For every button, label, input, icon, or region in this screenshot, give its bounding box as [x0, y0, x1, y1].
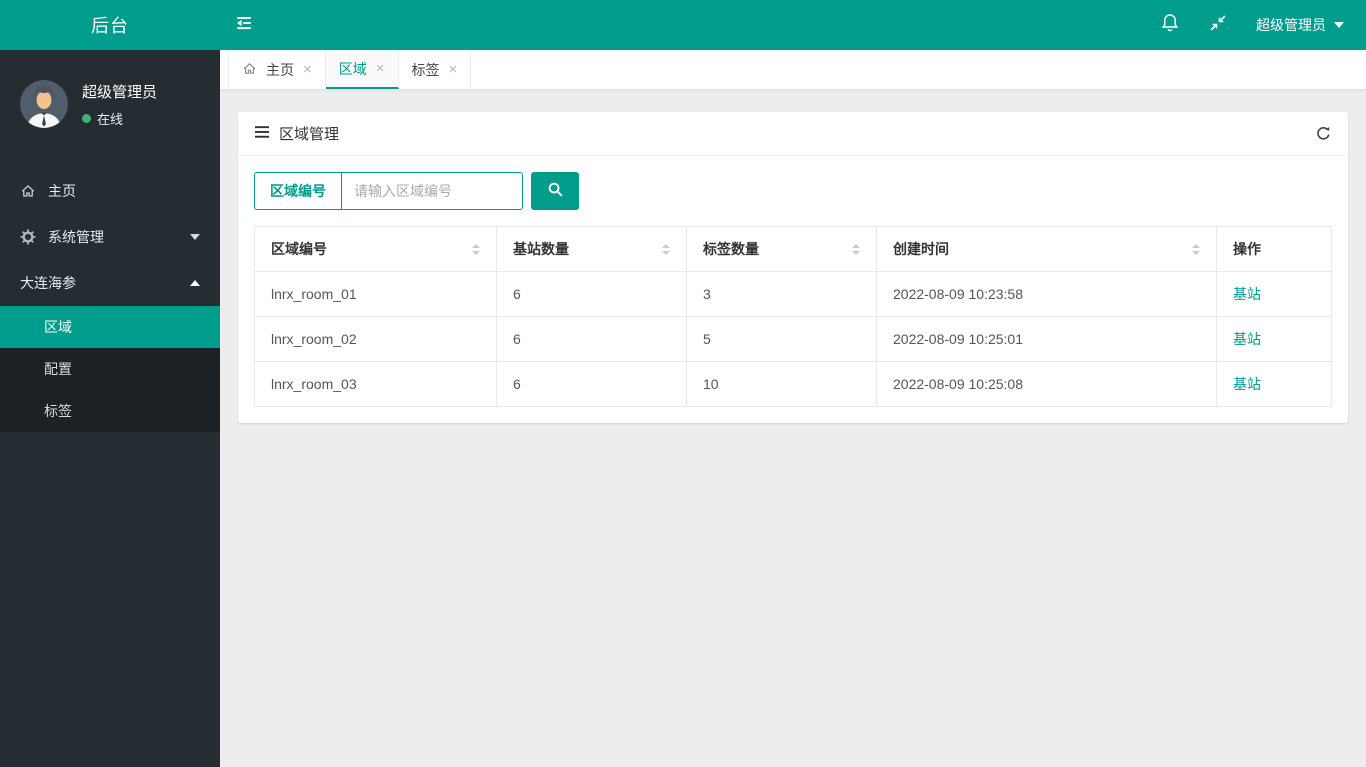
column-header-created[interactable]: 创建时间 [876, 226, 1217, 272]
area-management-panel: 区域管理 区域编号 请输入区域编号 区域编号 基站数量 标签数量 创建时间 操作… [238, 112, 1348, 423]
user-info: 超级管理员 在线 [82, 81, 157, 128]
sidebar-item-area[interactable]: 区域 [0, 306, 220, 348]
sidebar-menu: 主页 系统管理 大连海参 区域 配置 标签 [0, 168, 220, 432]
cell-created: 2022-08-09 10:25:01 [876, 316, 1217, 362]
search-field-label: 区域编号 [254, 172, 341, 210]
user-status: 在线 [82, 109, 157, 128]
tab-bar: 主页 × 区域 × 标签 × [220, 50, 1366, 90]
sidebar: 超级管理员 在线 主页 系统管理 大连海参 区域 配置 标签 [0, 50, 220, 767]
panel-header: 区域管理 [238, 112, 1348, 156]
tab-label: 区域 [338, 60, 367, 77]
column-header-stations[interactable]: 基站数量 [496, 226, 687, 272]
tab-area[interactable]: 区域 × [325, 50, 399, 89]
panel-title: 区域管理 [279, 126, 340, 143]
sidebar-item-label: 标签 [44, 403, 72, 419]
column-label: 操作 [1233, 241, 1261, 257]
cell-area-id: lnrx_room_01 [254, 271, 497, 317]
chevron-down-icon [190, 234, 200, 240]
content-area: 区域管理 区域编号 请输入区域编号 区域编号 基站数量 标签数量 创建时间 操作… [220, 90, 1366, 445]
search-bar: 区域编号 [254, 172, 1332, 210]
table-header-row: 区域编号 基站数量 标签数量 创建时间 操作 [254, 226, 1332, 272]
main-area: 主页 × 区域 × 标签 × 区域管理 区域编号 请输入区域编号 区域编号 基站… [220, 50, 1366, 767]
search-icon [547, 181, 564, 201]
cell-tags: 5 [686, 316, 877, 362]
sort-icon[interactable] [852, 243, 860, 255]
cell-created: 2022-08-09 10:25:08 [876, 361, 1217, 407]
sidebar-item-label: 区域 [44, 319, 72, 335]
user-menu[interactable]: 超级管理员 [1256, 15, 1344, 35]
close-icon[interactable]: × [449, 62, 458, 77]
tab-label: 标签 [411, 61, 440, 78]
column-label: 标签数量 [703, 241, 759, 257]
sidebar-item-label: 主页 [48, 183, 76, 199]
column-header-actions: 操作 [1216, 226, 1332, 272]
menu-fold-icon [234, 13, 254, 38]
search-button[interactable] [531, 172, 579, 210]
cell-stations: 6 [496, 271, 687, 317]
column-header-tags[interactable]: 标签数量 [686, 226, 877, 272]
gear-icon [20, 229, 38, 245]
app-logo[interactable]: 后台 [0, 0, 220, 50]
user-status-label: 在线 [97, 111, 124, 127]
home-icon [20, 183, 38, 199]
refresh-button[interactable] [1315, 125, 1332, 142]
cell-tags: 10 [686, 361, 877, 407]
tab-label: 主页 [266, 61, 294, 78]
cell-area-id: lnrx_room_03 [254, 361, 497, 407]
sidebar-item-label: 大连海参 [20, 275, 76, 291]
column-label: 基站数量 [513, 241, 569, 257]
sort-icon[interactable] [662, 243, 670, 255]
panel-body: 区域编号 区域编号 [238, 156, 1348, 423]
sidebar-item-config[interactable]: 配置 [0, 348, 220, 390]
sort-icon[interactable] [1192, 243, 1200, 255]
cell-created: 2022-08-09 10:23:58 [876, 271, 1217, 317]
cell-stations: 6 [496, 316, 687, 362]
sidebar-item-dalian-haishen[interactable]: 大连海参 [0, 260, 220, 306]
cell-stations: 6 [496, 361, 687, 407]
column-label: 区域编号 [271, 241, 327, 257]
caret-down-icon [1334, 22, 1344, 28]
chevron-up-icon [190, 280, 200, 286]
user-menu-label: 超级管理员 [1256, 17, 1326, 33]
search-input[interactable] [341, 172, 523, 210]
sidebar-user-panel: 超级管理员 在线 [0, 50, 220, 154]
sidebar-toggle-button[interactable] [220, 0, 268, 50]
tab-tags[interactable]: 标签 × [399, 50, 472, 89]
sort-icon[interactable] [472, 243, 480, 255]
sidebar-submenu: 区域 配置 标签 [0, 306, 220, 432]
cell-tags: 3 [686, 271, 877, 317]
top-navbar: 后台 超级管理员 [0, 0, 1366, 50]
base-station-link[interactable]: 基站 [1233, 286, 1261, 302]
cell-area-id: lnrx_room_02 [254, 316, 497, 362]
bell-icon [1160, 12, 1180, 38]
area-table: 区域编号 基站数量 标签数量 创建时间 操作 lnrx_room_01 6 3 … [254, 226, 1332, 407]
avatar [20, 80, 68, 128]
notifications-button[interactable] [1160, 12, 1180, 38]
close-icon[interactable]: × [376, 61, 385, 76]
list-icon [254, 125, 270, 143]
base-station-link[interactable]: 基站 [1233, 376, 1261, 392]
home-icon [242, 61, 257, 79]
table-row: lnrx_room_01 6 3 2022-08-09 10:23:58 基站 [254, 271, 1332, 317]
table-row: lnrx_room_03 6 10 2022-08-09 10:25:08 基站 [254, 361, 1332, 407]
base-station-link[interactable]: 基站 [1233, 331, 1261, 347]
sidebar-item-system-management[interactable]: 系统管理 [0, 214, 220, 260]
compress-icon [1208, 13, 1228, 38]
sidebar-item-tags[interactable]: 标签 [0, 390, 220, 432]
app-logo-text: 后台 [91, 16, 129, 36]
column-label: 创建时间 [893, 241, 949, 257]
column-header-area-id[interactable]: 区域编号 [254, 226, 497, 272]
table-row: lnrx_room_02 6 5 2022-08-09 10:25:01 基站 [254, 316, 1332, 362]
fullscreen-toggle-button[interactable] [1208, 13, 1228, 38]
online-status-dot [82, 113, 91, 123]
sidebar-item-label: 配置 [44, 361, 72, 377]
tab-home[interactable]: 主页 × [228, 50, 326, 89]
sidebar-item-label: 系统管理 [48, 229, 104, 245]
user-name: 超级管理员 [82, 83, 158, 101]
close-icon[interactable]: × [303, 62, 312, 77]
sidebar-item-home[interactable]: 主页 [0, 168, 220, 214]
